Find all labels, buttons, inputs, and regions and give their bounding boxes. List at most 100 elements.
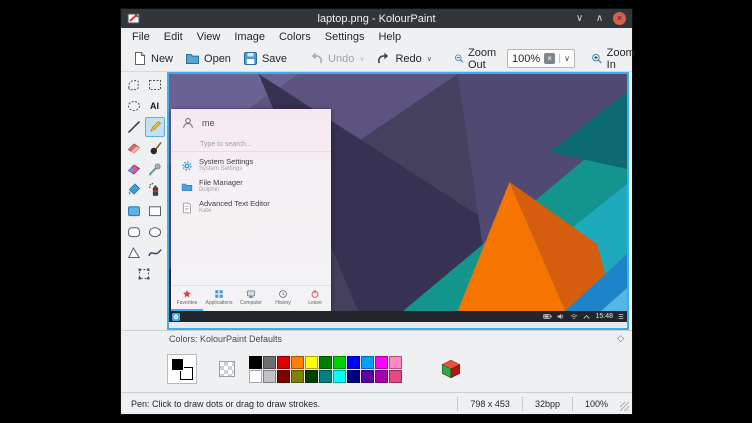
color-similarity-button[interactable] (440, 358, 462, 380)
color-palette-bar (121, 346, 632, 392)
text-tool[interactable]: AI (145, 96, 165, 116)
tab-applications[interactable]: Applications (203, 286, 235, 311)
dock-float-icon[interactable]: ◇ (617, 333, 624, 344)
zoom-value: 100% (512, 53, 540, 65)
titlebar[interactable]: laptop.png - KolourPaint ∨ ∧ × (121, 9, 632, 28)
undo-button[interactable]: Undo ∨ (303, 48, 370, 69)
favorites-star-icon (182, 289, 192, 299)
color-swatch[interactable] (305, 370, 318, 383)
color-swatch[interactable] (361, 370, 374, 383)
color-eraser-icon (126, 161, 142, 177)
battery-icon[interactable] (543, 313, 552, 320)
color-picker-tool[interactable] (145, 159, 165, 179)
eraser-icon (126, 140, 142, 156)
system-settings-gear-icon (181, 160, 193, 172)
foreground-background-selector[interactable] (167, 354, 197, 384)
volume-icon[interactable] (557, 313, 565, 320)
rectangle-outline-tool[interactable] (145, 201, 165, 221)
zoom-tool[interactable] (134, 264, 154, 284)
menu-settings[interactable]: Settings (318, 28, 372, 46)
menu-image[interactable]: Image (227, 28, 272, 46)
color-swatch[interactable] (305, 356, 318, 369)
new-button[interactable]: New (126, 48, 179, 69)
list-item-system-settings[interactable]: System Settings System Settings (171, 155, 331, 176)
color-swatch[interactable] (375, 370, 388, 383)
tray-expander-caret-icon[interactable] (583, 314, 590, 320)
minimize-button-icon[interactable]: ∨ (573, 12, 586, 25)
color-swatch[interactable] (249, 356, 262, 369)
rectangle-tool[interactable] (124, 201, 144, 221)
panel-toggle-icon[interactable] (618, 313, 624, 320)
zoom-combobox[interactable]: 100% × ∨ (507, 49, 575, 68)
zoom-dropdown-icon[interactable]: ∨ (559, 54, 570, 63)
menu-file[interactable]: File (125, 28, 157, 46)
tab-leave[interactable]: Leave (299, 286, 331, 311)
color-swatch[interactable] (319, 356, 332, 369)
ellipse-tool[interactable] (145, 222, 165, 242)
rounded-rectangle-tool[interactable] (124, 222, 144, 242)
color-swatch[interactable] (249, 370, 262, 383)
pen-tool[interactable] (145, 117, 165, 137)
list-item-file-manager[interactable]: File Manager Dolphin (171, 176, 331, 197)
brush-tool[interactable] (145, 138, 165, 158)
text-tool-icon: AI (150, 101, 159, 111)
color-swatch[interactable] (389, 356, 402, 369)
eraser-tool[interactable] (124, 138, 144, 158)
color-swatch[interactable] (347, 370, 360, 383)
color-swatch[interactable] (291, 370, 304, 383)
launcher-icon[interactable] (172, 313, 180, 321)
menu-edit[interactable]: Edit (157, 28, 190, 46)
close-button-icon[interactable]: × (613, 12, 626, 25)
color-swatch[interactable] (277, 356, 290, 369)
redo-arrow-icon (376, 51, 391, 66)
rectangular-selection-tool[interactable] (145, 75, 165, 95)
flood-fill-tool[interactable] (124, 180, 144, 200)
transparent-color-swatch[interactable] (219, 361, 235, 377)
curve-tool[interactable] (145, 243, 165, 263)
elliptical-selection-tool[interactable] (124, 96, 144, 116)
status-bar: Pen: Click to draw dots or drag to draw … (121, 392, 632, 414)
foreground-color-swatch[interactable] (171, 358, 184, 371)
free-form-selection-tool[interactable] (124, 75, 144, 95)
list-item-text-editor[interactable]: Advanced Text Editor Kate (171, 197, 331, 218)
canvas-view[interactable]: me Type to search... System Settings Sys… (167, 72, 629, 330)
taskbar-clock[interactable]: 15:48 (595, 311, 613, 322)
menu-help[interactable]: Help (371, 28, 408, 46)
color-swatch[interactable] (319, 370, 332, 383)
color-swatch[interactable] (347, 356, 360, 369)
redo-button[interactable]: Redo ∨ (370, 48, 437, 69)
line-tool[interactable] (124, 117, 144, 137)
color-swatch[interactable] (291, 356, 304, 369)
zoom-out-button[interactable]: Zoom Out (448, 44, 507, 74)
undo-dropdown-icon[interactable]: ∨ (359, 55, 364, 63)
color-eraser-tool[interactable] (124, 159, 144, 179)
kickoff-search-field[interactable]: Type to search... (171, 137, 331, 152)
maximize-button-icon[interactable]: ∧ (593, 12, 606, 25)
color-swatch[interactable] (277, 370, 290, 383)
zoom-in-button[interactable]: Zoom In (585, 44, 644, 74)
tab-history[interactable]: History (267, 286, 299, 311)
tab-favorites[interactable]: Favorites (171, 286, 203, 311)
color-swatch[interactable] (263, 356, 276, 369)
color-swatch[interactable] (263, 370, 276, 383)
polygon-tool[interactable] (124, 243, 144, 263)
tab-computer[interactable]: Computer (235, 286, 267, 311)
color-swatch[interactable] (333, 356, 346, 369)
color-swatch[interactable] (333, 370, 346, 383)
redo-dropdown-icon[interactable]: ∨ (427, 55, 432, 63)
taskbar[interactable]: 15:48 (169, 311, 627, 322)
save-button[interactable]: Save (237, 48, 293, 69)
resize-grip[interactable] (620, 402, 629, 411)
polygon-icon (126, 245, 142, 261)
menu-colors[interactable]: Colors (272, 28, 318, 46)
open-button[interactable]: Open (179, 48, 237, 69)
clear-icon[interactable]: × (544, 53, 555, 64)
wifi-icon[interactable] (570, 313, 578, 320)
colors-dock-header[interactable]: Colors: KolourPaint Defaults ◇ (121, 330, 632, 346)
canvas-image[interactable]: me Type to search... System Settings Sys… (169, 74, 627, 322)
menu-view[interactable]: View (190, 28, 228, 46)
color-swatch[interactable] (361, 356, 374, 369)
color-swatch[interactable] (389, 370, 402, 383)
spraycan-tool[interactable] (145, 180, 165, 200)
color-swatch[interactable] (375, 356, 388, 369)
